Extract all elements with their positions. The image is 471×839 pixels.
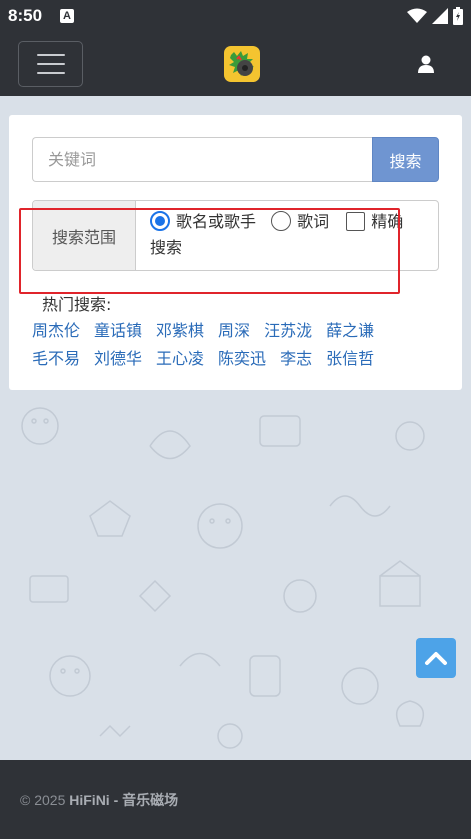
hot-search-link[interactable]: 汪苏泷 <box>264 317 312 341</box>
search-button[interactable]: 搜索 <box>372 137 439 182</box>
hot-search-link[interactable]: 毛不易 <box>32 345 80 369</box>
status-icons <box>407 7 463 25</box>
hot-search-link[interactable]: 薛之谦 <box>326 317 374 341</box>
hot-search-link[interactable]: 王心凌 <box>156 345 204 369</box>
hot-search-link[interactable]: 张信哲 <box>326 345 374 369</box>
hot-search-row: 周杰伦 童话镇 邓紫棋 周深 汪苏泷 薛之谦 <box>32 315 452 343</box>
hamburger-icon <box>36 54 65 56</box>
notification-icon: A <box>60 9 75 23</box>
hot-search-link[interactable]: 周深 <box>218 317 250 341</box>
status-bar: 8:50 A <box>0 0 471 32</box>
back-to-top-button[interactable] <box>416 638 456 678</box>
status-time: 8:50 <box>8 6 43 25</box>
hot-search-link[interactable]: 刘德华 <box>94 345 142 369</box>
battery-icon <box>453 7 463 25</box>
footer-brand[interactable]: HiFiNi - 音乐磁场 <box>69 792 178 808</box>
hot-search-row: 毛不易 刘德华 王心凌 陈奕迅 李志 张信哲 <box>32 343 452 371</box>
hot-search-link[interactable]: 童话镇 <box>94 317 142 341</box>
hot-search-list: 周杰伦 童话镇 邓紫棋 周深 汪苏泷 薛之谦 毛不易 刘德华 王心凌 陈奕迅 李… <box>32 315 452 371</box>
site-logo-icon[interactable] <box>224 46 260 82</box>
hot-search-link[interactable]: 周杰伦 <box>32 317 80 341</box>
user-icon[interactable] <box>416 54 436 74</box>
chevron-up-icon <box>425 652 447 665</box>
hot-search-link[interactable]: 李志 <box>280 345 312 369</box>
menu-toggle-button[interactable] <box>18 41 83 87</box>
wifi-icon <box>407 8 427 23</box>
hot-search-link[interactable]: 陈奕迅 <box>218 345 266 369</box>
annotation-highlight-box <box>19 208 400 294</box>
hot-search-link[interactable]: 邓紫棋 <box>156 317 204 341</box>
navbar <box>0 32 471 96</box>
signal-icon <box>432 8 448 24</box>
footer: © 2025 HiFiNi - 音乐磁场 <box>0 760 471 839</box>
hot-search-title: 热门搜索: <box>42 295 112 314</box>
search-input[interactable] <box>32 137 373 182</box>
footer-copyright: © 2025 <box>20 792 66 808</box>
